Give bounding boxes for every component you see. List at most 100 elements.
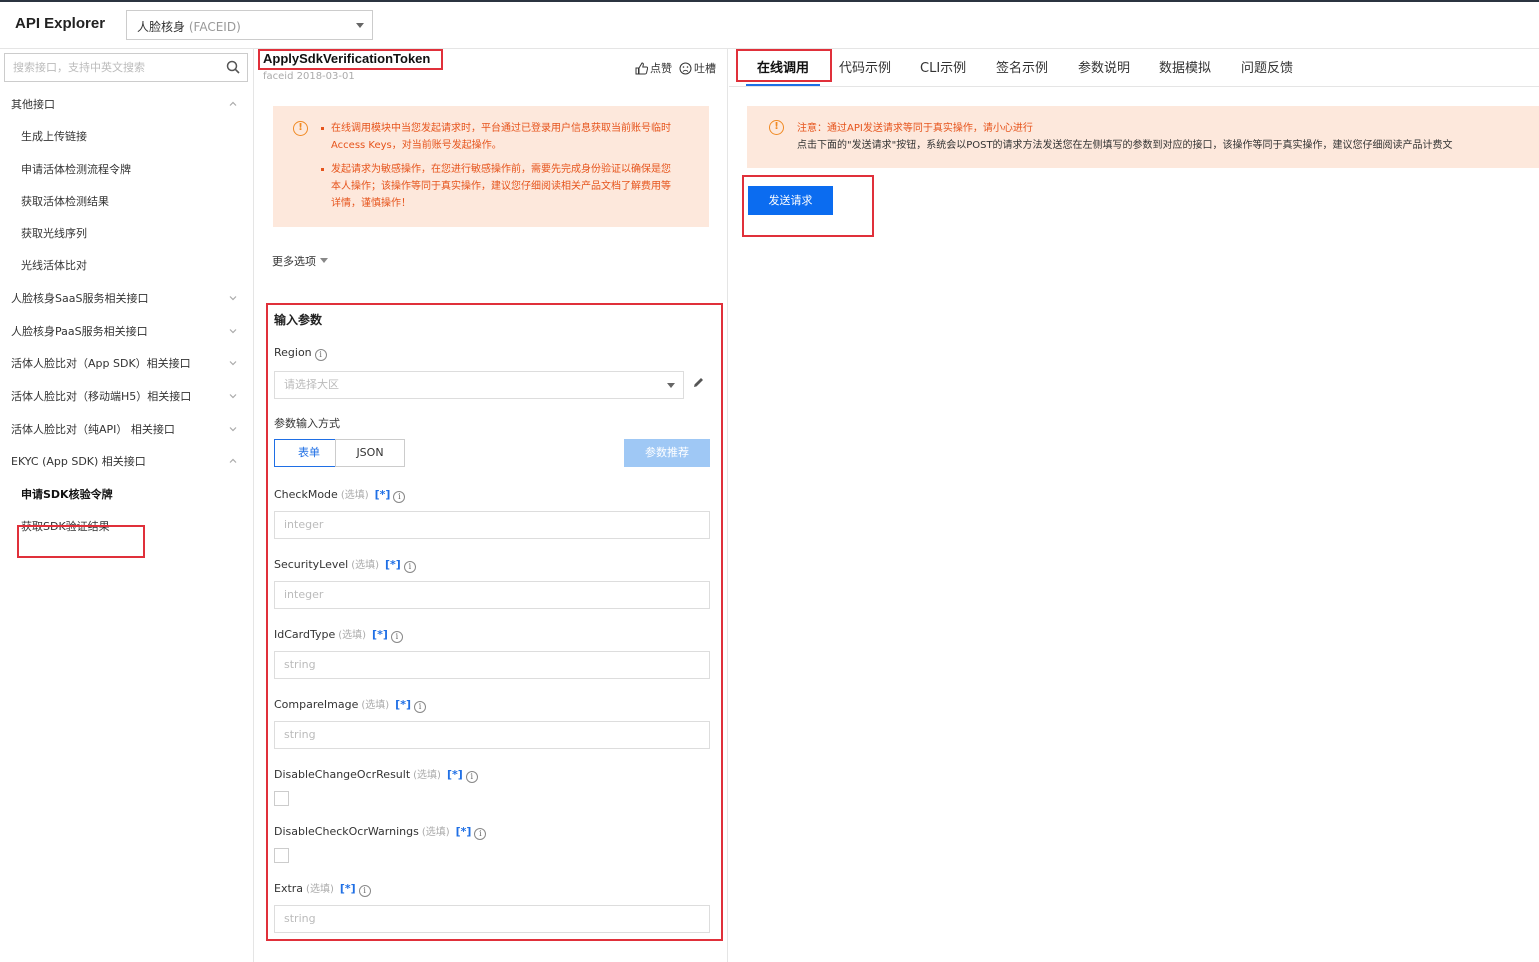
sad-face-icon [679,62,692,75]
sidebar-item-label: 其他接口 [11,98,55,111]
param-input[interactable]: integer [274,511,710,539]
param-label: IdCardType (选填) [*] i [274,626,403,643]
info-icon[interactable]: i [314,349,327,361]
sidebar-group[interactable]: 人脸核身PaaS服务相关接口 [0,318,253,344]
region-label: Region i [274,346,327,361]
product-select[interactable]: 人脸核身 (FACEID) [126,10,373,40]
param-input[interactable]: integer [274,581,710,609]
sidebar-item-label: 光线活体比对 [21,259,87,272]
sidebar-item-label: 活体人脸比对（移动端H5）相关接口 [11,390,192,403]
send-request-button[interactable]: 发送请求 [748,186,833,215]
pencil-icon[interactable] [692,376,705,389]
sidebar-item[interactable]: 申请活体检测流程令牌 [0,156,253,182]
tab-form[interactable]: 表单 [274,439,344,467]
sidebar-item-label: 活体人脸比对（纯API） 相关接口 [11,423,175,436]
like-label: 点赞 [650,62,672,75]
thumbs-up-icon [635,62,648,75]
info-icon[interactable]: i [413,701,426,713]
right-panel: 在线调用 代码示例 CLI示例 签名示例 参数说明 数据模拟 问题反馈 ! 注意：通过API… [729,49,1539,962]
param-placeholder: integer [284,518,324,531]
tab-item[interactable]: 问题反馈 [1241,57,1293,76]
notice-list: 在线调用模块中当您发起请求时，平台通过已登录用户信息获取当前账号临时Access… [321,120,671,219]
sidebar-item-label: 申请活体检测流程令牌 [21,163,131,176]
optional-tag: (选填) [306,884,334,895]
param-input[interactable]: string [274,651,710,679]
sidebar-group[interactable]: 人脸核身SaaS服务相关接口 [0,285,253,311]
tab-item[interactable]: 参数说明 [1078,57,1130,76]
param-checkbox[interactable] [274,848,289,863]
param-label: CompareImage (选填) [*] i [274,696,426,713]
optional-tag: (选填) [361,700,390,711]
sidebar-item[interactable]: 生成上传链接 [0,123,253,149]
sidebar-item-label: 人脸核身PaaS服务相关接口 [11,325,148,338]
sidebar-item[interactable]: 光线活体比对 [0,252,253,278]
param-input[interactable]: string [274,721,710,749]
field-link-icon[interactable]: [*] [375,488,391,501]
sidebar-group[interactable]: 活体人脸比对（App SDK）相关接口 [0,350,253,376]
param-label: Extra (选填) [*] i [274,880,371,897]
more-options-toggle[interactable]: 更多选项 [272,253,328,269]
tab-json[interactable]: JSON [335,439,405,467]
like-button[interactable]: 点赞 [635,60,672,76]
send-notice-banner: ! 注意：通过API发送请求等同于真实操作，请小心进行 点击下面的"发送请求"按… [747,106,1539,168]
sidebar-group[interactable]: 活体人脸比对（纯API） 相关接口 [0,416,253,442]
active-item-highlight [17,525,145,558]
chevron-down-icon [356,23,364,28]
param-label: SecurityLevel (选填) [*] i [274,556,416,573]
product-code: (FACEID) [188,20,241,34]
api-detail-panel: ApplySdkVerificationToken faceid 2018-03… [255,49,728,962]
info-icon[interactable]: i [465,771,478,783]
tab-item[interactable]: 代码示例 [839,57,891,76]
sidebar-group[interactable]: 活体人脸比对（移动端H5）相关接口 [0,383,253,409]
param-name: CompareImage [274,698,359,711]
info-icon[interactable]: i [358,885,371,897]
info-icon[interactable]: i [474,828,487,840]
sidebar-item-label: 获取活体检测结果 [21,195,109,208]
sidebar-item-label: EKYC (App SDK) 相关接口 [11,455,146,468]
sidebar-item[interactable]: 获取光线序列 [0,220,253,246]
field-link-icon[interactable]: [*] [395,698,411,711]
field-link-icon[interactable]: [*] [340,882,356,895]
info-icon[interactable]: i [393,491,406,503]
chevron-down-icon [229,329,237,334]
sidebar-group[interactable]: EKYC (App SDK) 相关接口 [0,448,253,474]
param-name: IdCardType [274,628,336,641]
chevron-down-icon [229,427,237,432]
field-link-icon[interactable]: [*] [372,628,388,641]
param-name: Extra [274,882,304,895]
sidebar-item[interactable]: 获取活体检测结果 [0,188,253,214]
search-icon[interactable] [226,60,240,74]
product-name: 人脸核身 [137,20,186,34]
tab-item[interactable]: 在线调用 [757,57,809,76]
region-select[interactable]: 请选择大区 [274,371,684,399]
tab-item[interactable]: 数据模拟 [1159,57,1211,76]
info-icon[interactable]: i [403,561,416,573]
field-link-icon[interactable]: [*] [456,825,472,838]
notice-line-2: 点击下面的"发送请求"按钮，系统会以POST的请求方法发送您在左侧填写的参数到对… [797,140,1453,151]
right-tabs: 在线调用 代码示例 CLI示例 签名示例 参数说明 数据模拟 问题反馈 [729,49,1539,87]
param-recommend-button[interactable]: 参数推荐 [624,439,710,467]
warning-icon: ! [769,120,784,135]
param-name: SecurityLevel [274,558,349,571]
warning-icon: ! [293,121,308,136]
tab-item[interactable]: 签名示例 [996,57,1048,76]
complain-button[interactable]: 吐槽 [679,60,716,76]
param-checkbox[interactable] [274,791,289,806]
complain-label: 吐槽 [694,62,716,75]
field-link-icon[interactable]: [*] [385,558,401,571]
param-placeholder: integer [284,588,324,601]
param-name: DisableCheckOcrWarnings [274,825,419,838]
param-name: CheckMode [274,488,338,501]
sidebar-item[interactable]: 申请SDK核验令牌 [0,481,253,507]
param-input[interactable]: string [274,905,710,933]
notice-item: 发起请求为敏感操作，在您进行敏感操作前，需要先完成身份验证以确保是您本人操作；该… [321,161,671,212]
api-name: ApplySdkVerificationToken [263,51,431,66]
chevron-down-icon [320,258,328,263]
tab-item[interactable]: CLI示例 [920,57,966,76]
info-icon[interactable]: i [390,631,403,643]
sidebar-group[interactable]: 其他接口 [0,91,253,117]
app-title: API Explorer [15,15,106,32]
param-label: DisableChangeOcrResult (选填) [*] i [274,766,478,783]
search-input[interactable] [5,54,220,81]
field-link-icon[interactable]: [*] [447,768,463,781]
